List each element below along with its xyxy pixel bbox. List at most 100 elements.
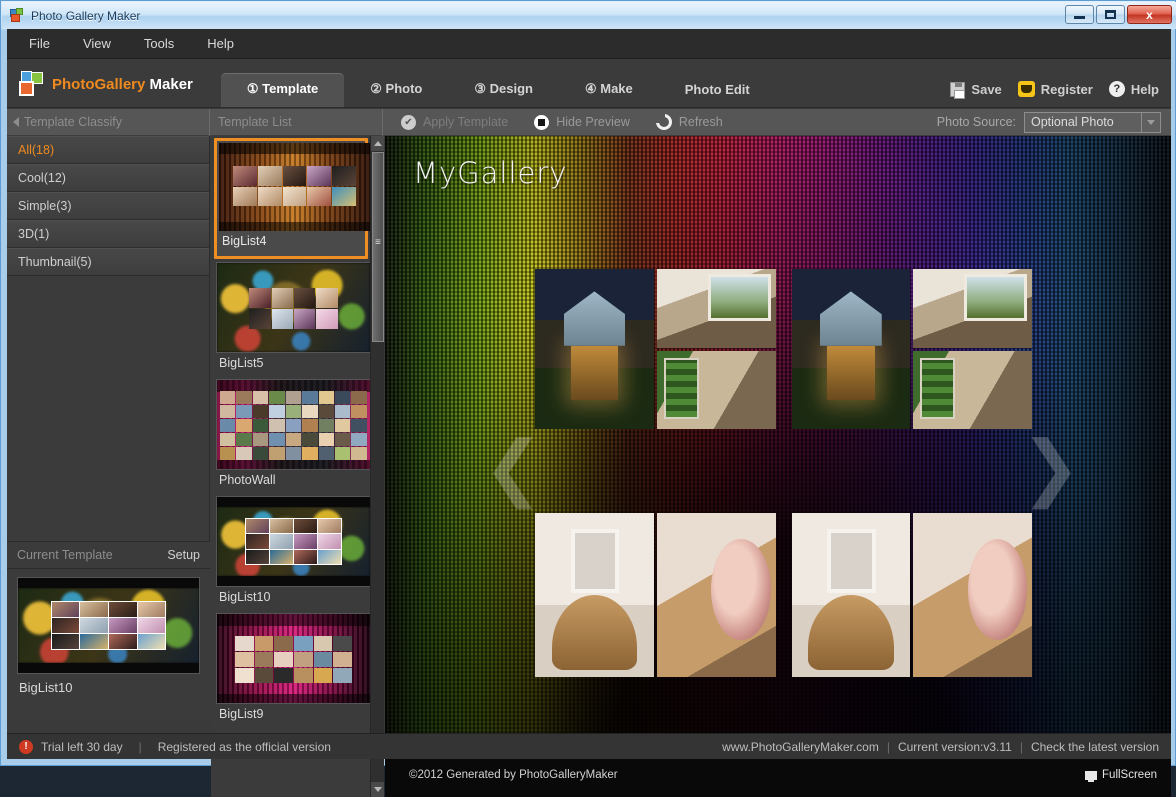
main-tabs: ① Template ② Photo ③ Design ④ Make Photo… (220, 73, 776, 107)
template-thumbnail (219, 143, 370, 231)
template-classify-header[interactable]: Template Classify (7, 108, 210, 136)
help-label: Help (1130, 81, 1159, 97)
template-list-scroll: BigList4 BigList5 PhotoWall BigList10 Bi… (211, 136, 371, 727)
minimize-button[interactable] (1065, 5, 1094, 24)
status-left: ! Trial left 30 day | Registered as the … (19, 739, 331, 754)
status-separator: | (138, 739, 142, 754)
template-classify-label: Template Classify (24, 115, 122, 129)
photo-source-value: Optional Photo (1031, 115, 1114, 129)
monitor-icon (1085, 770, 1098, 782)
fullscreen-label: FullScreen (1102, 769, 1157, 781)
current-template-name: BigList10 (19, 680, 73, 695)
template-name: BigList4 (222, 234, 267, 248)
current-template-header: Current Template Setup (7, 541, 210, 569)
menu-bar: File View Tools Help (7, 29, 1171, 59)
photo-thumbnail[interactable] (913, 350, 1032, 429)
gallery-preview: MyGallery ❮ ❯ ©2012 Generated by PhotoGa… (385, 136, 1171, 797)
help-button[interactable]: ? Help (1108, 81, 1159, 97)
scrollbar-thumb[interactable] (372, 152, 384, 342)
template-list-scrollbar[interactable] (370, 136, 384, 797)
logo-icon (19, 71, 45, 97)
template-item-biglist4[interactable]: BigList4 (214, 138, 370, 259)
alert-icon: ! (19, 739, 33, 754)
brand-name-primary: PhotoGallery (52, 75, 146, 93)
application-window: Photo Gallery Maker x File View Tools He… (0, 0, 1176, 797)
tab-photo-edit[interactable]: Photo Edit (659, 74, 776, 107)
refresh-button[interactable]: Refresh (655, 114, 723, 130)
hide-preview-button[interactable]: Hide Preview (534, 114, 630, 130)
template-item-biglist9[interactable]: BigList9 (216, 613, 371, 727)
check-update-link[interactable]: Check the latest version (1031, 740, 1159, 754)
refresh-icon (655, 114, 672, 130)
apply-template-button[interactable]: ✔ Apply Template (401, 114, 509, 130)
apply-template-label: Apply Template (423, 115, 509, 129)
template-list-header: Template List (210, 108, 383, 136)
fullscreen-button[interactable]: FullScreen (1085, 769, 1171, 782)
photo-thumbnail[interactable] (791, 269, 911, 429)
tab-photo[interactable]: ② Photo (344, 73, 448, 107)
classify-item-simple[interactable]: Simple(3) (7, 192, 209, 220)
photo-thumbnail[interactable] (535, 269, 654, 429)
photo-thumbnail[interactable] (656, 512, 776, 677)
classify-item-3d[interactable]: 3D(1) (7, 220, 209, 248)
refresh-label: Refresh (678, 115, 723, 129)
photo-thumbnail[interactable] (913, 512, 1032, 677)
photo-thumbnail[interactable] (656, 269, 776, 348)
scroll-down-button[interactable] (371, 782, 384, 797)
classify-item-cool[interactable]: Cool(12) (7, 164, 209, 192)
app-icon (10, 8, 25, 23)
template-name: PhotoWall (219, 473, 276, 487)
scroll-up-button[interactable] (371, 136, 384, 151)
template-thumbnail (216, 262, 371, 353)
cart-icon (1017, 81, 1035, 97)
window-title: Photo Gallery Maker (31, 8, 141, 23)
template-item-biglist5[interactable]: BigList5 (216, 262, 371, 376)
main-body: PhotoGallery Maker ① Template ② Photo ③ … (7, 59, 1171, 797)
template-item-photowall[interactable]: PhotoWall (216, 379, 371, 493)
photo-thumbnail[interactable] (791, 512, 911, 677)
collapse-left-icon (13, 117, 19, 127)
check-icon: ✔ (401, 114, 416, 130)
menu-item-view[interactable]: View (83, 36, 111, 51)
menu-item-help[interactable]: Help (207, 36, 234, 51)
photo-thumbnail[interactable] (535, 512, 654, 677)
current-template-label: Current Template (17, 548, 113, 562)
tab-design[interactable]: ③ Design (448, 73, 559, 107)
template-item-biglist10[interactable]: BigList10 (216, 496, 371, 610)
toolbar-actions: ✔ Apply Template Hide Preview Refresh Ph… (383, 111, 1171, 133)
template-list-panel: BigList4 BigList5 PhotoWall BigList10 Bi… (211, 136, 384, 797)
current-template-preview[interactable]: BigList10 (7, 569, 210, 721)
tab-make[interactable]: ④ Make (559, 73, 659, 107)
template-name: BigList5 (219, 356, 264, 370)
save-button[interactable]: Save (950, 81, 1002, 99)
chevron-down-icon[interactable] (1141, 112, 1160, 132)
collage-group-2[interactable] (791, 269, 1032, 429)
maximize-button[interactable] (1096, 5, 1125, 24)
menu-item-file[interactable]: File (29, 36, 50, 51)
menu-item-tools[interactable]: Tools (144, 36, 174, 51)
photo-collage (535, 269, 1032, 733)
save-label: Save (971, 81, 1002, 97)
classify-item-all[interactable]: All(18) (7, 136, 209, 164)
register-button[interactable]: Register (1017, 81, 1093, 97)
photo-thumbnail[interactable] (913, 269, 1032, 348)
title-bar: Photo Gallery Maker x (2, 2, 1176, 29)
status-bar: ! Trial left 30 day | Registered as the … (7, 733, 1171, 759)
photo-thumbnail[interactable] (656, 350, 776, 429)
register-label: Register (1040, 81, 1093, 97)
brand-name-secondary: Maker (145, 75, 193, 93)
tab-template[interactable]: ① Template (220, 73, 345, 107)
website-link[interactable]: www.PhotoGalleryMaker.com (722, 740, 879, 754)
setup-button[interactable]: Setup (167, 548, 200, 562)
template-classify-panel: All(18) Cool(12) Simple(3) 3D(1) Thumbna… (7, 136, 210, 721)
collage-group-1[interactable] (535, 269, 776, 429)
collage-group-4[interactable] (791, 512, 1032, 677)
classify-item-thumbnail[interactable]: Thumbnail(5) (7, 248, 209, 276)
close-button[interactable]: x (1127, 5, 1172, 24)
status-right: www.PhotoGalleryMaker.com | Current vers… (722, 740, 1159, 754)
collage-group-3[interactable] (535, 512, 776, 677)
photo-source-label: Photo Source: (936, 115, 1016, 129)
question-mark-icon: ? (1108, 81, 1125, 97)
photo-source-select[interactable]: Optional Photo (1024, 111, 1161, 133)
trial-status: Trial left 30 day (41, 739, 123, 754)
